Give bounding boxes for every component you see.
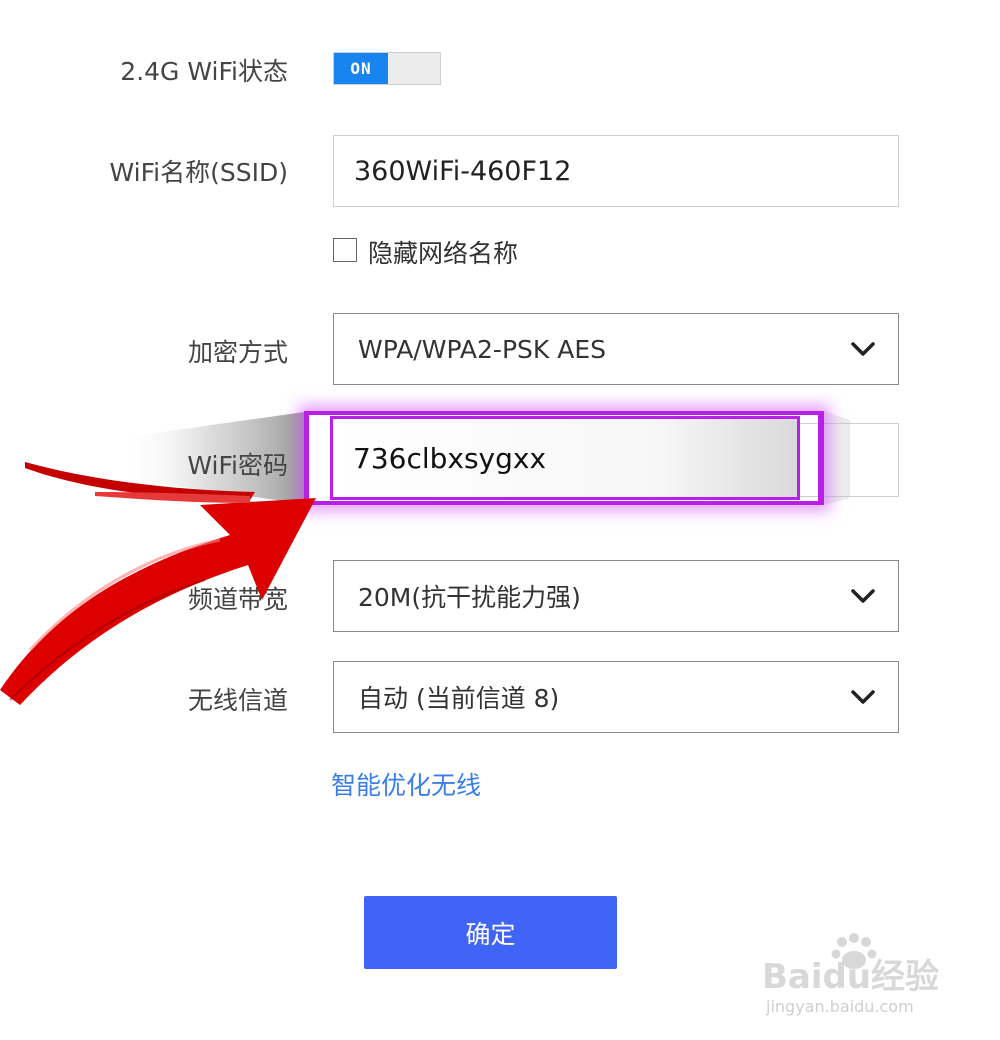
- baidu-jingyan-watermark: Baidu经验 jingyan.baidu.com: [762, 933, 939, 1016]
- smart-optimize-link[interactable]: 智能优化无线: [331, 766, 481, 802]
- confirm-button[interactable]: 确定: [364, 896, 617, 969]
- watermark-brand: Baidu经验: [762, 957, 939, 997]
- watermark-url: jingyan.baidu.com: [765, 997, 914, 1016]
- red-arrow-annotation: [0, 462, 316, 705]
